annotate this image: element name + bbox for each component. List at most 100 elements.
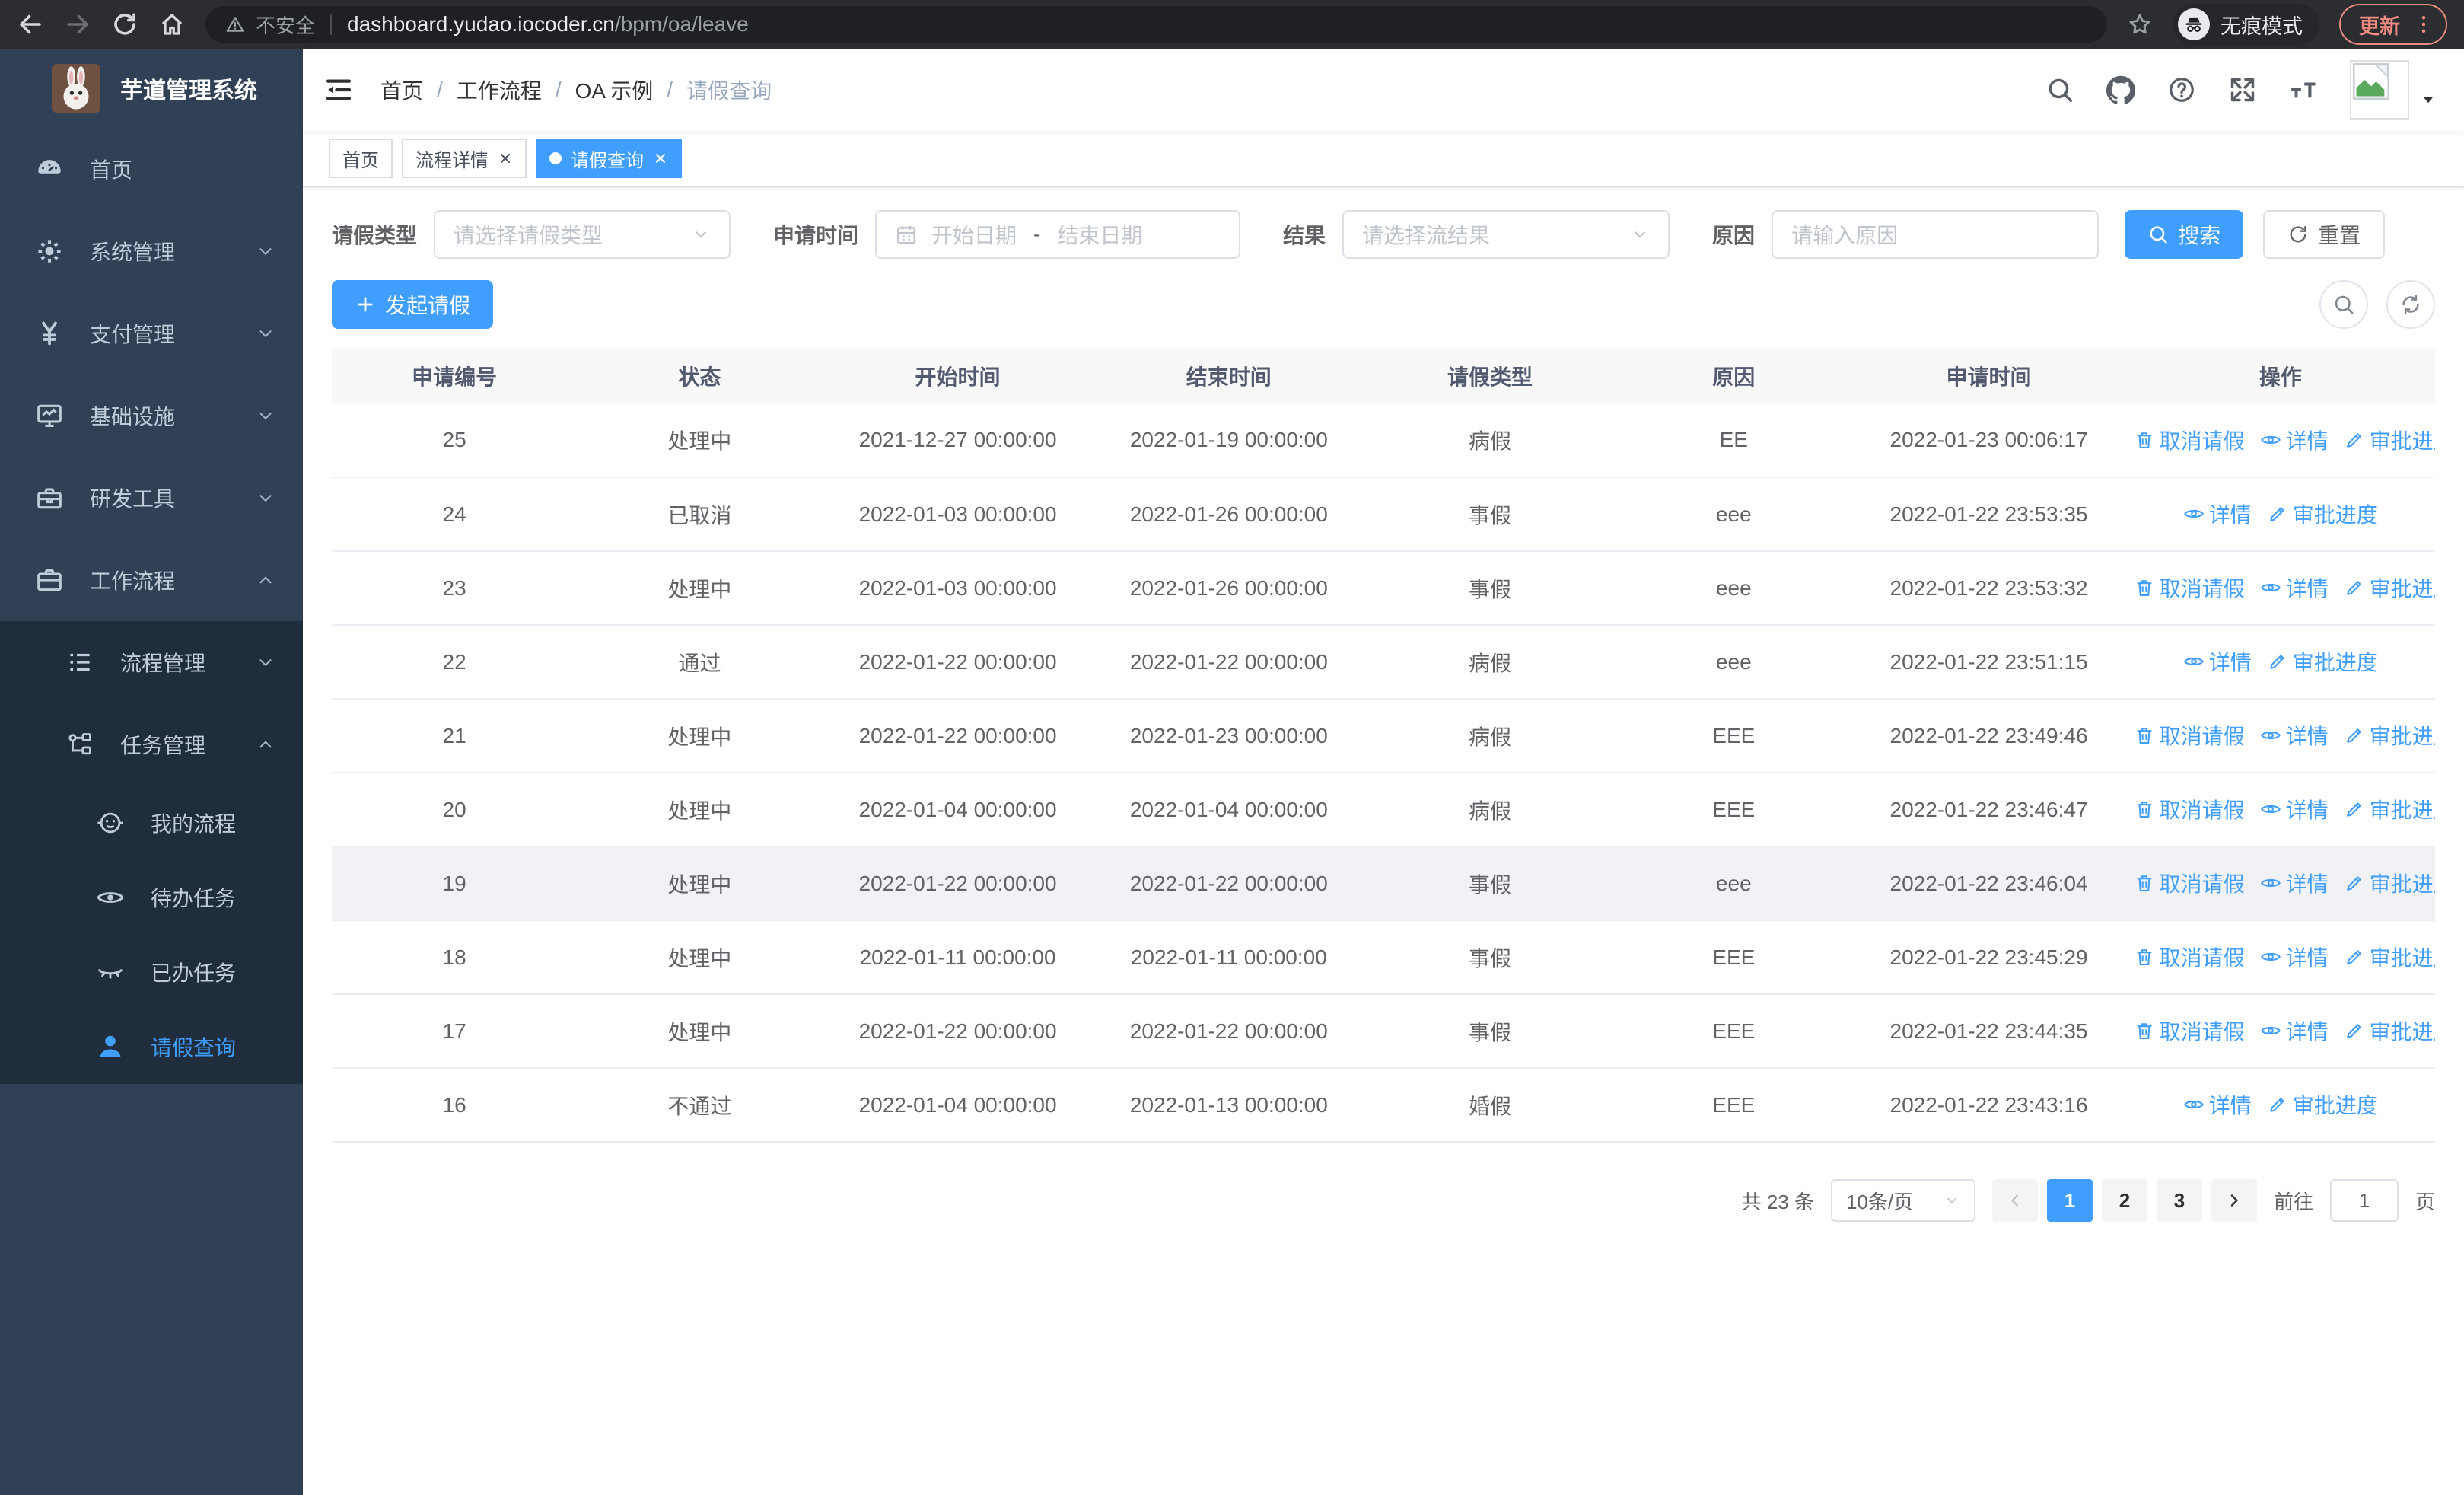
create-leave-label: 发起请假 xyxy=(385,294,471,317)
sidebar-collapse-icon[interactable] xyxy=(323,74,355,106)
sidebar-item-done-tasks[interactable]: 已办任务 xyxy=(0,935,303,1009)
tab-流程详情[interactable]: 流程详情 xyxy=(402,139,527,178)
detail-link[interactable]: 详情 xyxy=(2183,499,2252,529)
approval-progress-link[interactable]: 审批进度 xyxy=(2344,868,2435,898)
font-size-icon[interactable] xyxy=(2289,75,2318,104)
detail-link[interactable]: 详情 xyxy=(2260,1015,2329,1046)
address-bar[interactable]: 不安全 dashboard.yudao.iocoder.cn/bpm/oa/le… xyxy=(205,6,2107,43)
sidebar-item-payment-management[interactable]: 支付管理 xyxy=(0,292,303,375)
tab-请假查询[interactable]: 请假查询 xyxy=(536,139,682,178)
incognito-icon xyxy=(2178,8,2210,40)
detail-link[interactable]: 详情 xyxy=(2260,942,2329,972)
search-button[interactable]: 搜索 xyxy=(2125,210,2244,259)
chevron-left-icon xyxy=(2006,1191,2024,1210)
sidebar-item-dev-tools[interactable]: 研发工具 xyxy=(0,457,303,539)
prev-page-button[interactable] xyxy=(1991,1179,2038,1222)
sidebar-item-workflow[interactable]: 工作流程 xyxy=(0,539,303,621)
refresh-table-button[interactable] xyxy=(2386,280,2435,329)
eye-icon xyxy=(2260,872,2281,894)
approval-progress-link[interactable]: 审批进度 xyxy=(2267,1089,2378,1120)
breadcrumb-item[interactable]: 工作流程 xyxy=(457,75,542,105)
detail-link[interactable]: 详情 xyxy=(2183,1089,2252,1120)
cell-applied: 2022-01-22 23:53:32 xyxy=(1851,551,2126,626)
detail-link[interactable]: 详情 xyxy=(2260,572,2329,603)
url-text: dashboard.yudao.iocoder.cn/bpm/oa/leave xyxy=(347,12,749,37)
approval-progress-link[interactable]: 审批进度 xyxy=(2344,572,2435,603)
browser-reload-icon[interactable] xyxy=(111,11,138,38)
close-icon xyxy=(498,151,513,166)
detail-link[interactable]: 详情 xyxy=(2260,794,2329,824)
leave-type-select[interactable]: 请选择请假类型 xyxy=(434,210,731,259)
browser-home-icon[interactable] xyxy=(158,11,186,38)
create-leave-button[interactable]: 发起请假 xyxy=(332,280,494,329)
search-icon[interactable] xyxy=(2045,75,2074,104)
goto-page-input[interactable] xyxy=(2329,1179,2399,1222)
user-avatar-menu[interactable] xyxy=(2350,60,2437,120)
trash-icon xyxy=(2134,799,2155,820)
browser-back-icon[interactable] xyxy=(17,11,44,38)
tab-首页[interactable]: 首页 xyxy=(329,139,393,178)
sidebar-item-label: 首页 xyxy=(90,158,133,182)
cell-end: 2022-01-22 00:00:00 xyxy=(1093,846,1364,921)
next-page-button[interactable] xyxy=(2211,1179,2257,1222)
approval-progress-link[interactable]: 审批进度 xyxy=(2267,646,2378,677)
app-logo-row[interactable]: 芋道管理系统 xyxy=(0,49,303,128)
github-icon[interactable] xyxy=(2106,75,2135,104)
fullscreen-icon[interactable] xyxy=(2228,75,2257,104)
sidebar-item-leave-query[interactable]: 请假查询 xyxy=(0,1009,303,1084)
cell-status: 处理中 xyxy=(577,994,823,1069)
bookmark-star-icon[interactable] xyxy=(2127,11,2153,37)
cell-actions: 取消请假 详情 审批进度 xyxy=(2125,551,2435,626)
browser-update-button[interactable]: 更新 xyxy=(2339,4,2447,45)
page-button-2[interactable]: 2 xyxy=(2101,1179,2147,1222)
approval-progress-link[interactable]: 审批进度 xyxy=(2344,794,2435,824)
sidebar-item-infrastructure[interactable]: 基础设施 xyxy=(0,375,303,457)
page-button-1[interactable]: 1 xyxy=(2046,1179,2093,1222)
cancel-leave-link[interactable]: 取消请假 xyxy=(2134,868,2245,898)
cancel-leave-link[interactable]: 取消请假 xyxy=(2134,942,2245,972)
approval-progress-link[interactable]: 审批进度 xyxy=(2344,720,2435,751)
cancel-leave-link[interactable]: 取消请假 xyxy=(2134,720,2245,751)
sidebar-item-home[interactable]: 首页 xyxy=(0,128,303,210)
table-header-row: 申请编号 状态 开始时间 结束时间 请假类型 原因 申请时间 操作 xyxy=(332,349,2435,403)
cell-start: 2022-01-04 00:00:00 xyxy=(822,1068,1094,1143)
cell-actions: 取消请假 详情 审批进度 xyxy=(2125,773,2435,847)
edit-icon xyxy=(2267,1094,2288,1115)
breadcrumb-item[interactable]: 首页 xyxy=(380,75,423,105)
approval-progress-link[interactable]: 审批进度 xyxy=(2344,942,2435,972)
sidebar-item-process-management[interactable]: 流程管理 xyxy=(0,621,303,703)
page-size-select[interactable]: 10条/页 xyxy=(1830,1179,1975,1222)
reset-button[interactable]: 重置 xyxy=(2263,210,2386,259)
result-select[interactable]: 请选择流结果 xyxy=(1342,210,1670,259)
help-icon[interactable] xyxy=(2167,75,2196,104)
date-end-placeholder: 结束日期 xyxy=(1057,224,1143,247)
sidebar-item-todo-tasks[interactable]: 待办任务 xyxy=(0,860,303,935)
apply-time-range-picker[interactable]: 开始日期 - 结束日期 xyxy=(875,210,1241,259)
page-button-3[interactable]: 3 xyxy=(2156,1179,2202,1222)
table-row: 23 处理中 2022-01-03 00:00:00 2022-01-26 00:00… xyxy=(332,551,2435,626)
cancel-leave-link[interactable]: 取消请假 xyxy=(2134,425,2245,455)
detail-link[interactable]: 详情 xyxy=(2183,646,2252,677)
list-icon xyxy=(65,648,94,677)
approval-progress-link[interactable]: 审批进度 xyxy=(2344,1015,2435,1046)
toggle-search-button[interactable] xyxy=(2319,280,2368,329)
sidebar-item-my-process[interactable]: 我的流程 xyxy=(0,786,303,860)
detail-link[interactable]: 详情 xyxy=(2260,720,2329,751)
sidebar-item-system-management[interactable]: 系统管理 xyxy=(0,210,303,292)
sidebar-item-label: 请假查询 xyxy=(151,1036,237,1060)
detail-link[interactable]: 详情 xyxy=(2260,868,2329,898)
browser-forward-icon[interactable] xyxy=(64,11,91,38)
cell-reason: EEE xyxy=(1616,994,1852,1069)
browser-menu-icon[interactable] xyxy=(2412,13,2435,36)
approval-progress-link[interactable]: 审批进度 xyxy=(2344,425,2435,455)
breadcrumb-item[interactable]: OA 示例 xyxy=(575,75,654,105)
result-placeholder: 请选择流结果 xyxy=(1362,224,1491,247)
approval-progress-link[interactable]: 审批进度 xyxy=(2267,499,2378,529)
reason-input[interactable]: 请输入原因 xyxy=(1772,210,2099,259)
cancel-leave-link[interactable]: 取消请假 xyxy=(2134,1015,2245,1046)
cancel-leave-link[interactable]: 取消请假 xyxy=(2134,572,2245,603)
sidebar-item-task-management[interactable]: 任务管理 xyxy=(0,703,303,786)
cancel-leave-link[interactable]: 取消请假 xyxy=(2134,794,2245,824)
filter-form: 请假类型 请选择请假类型 申请时间 开始日期 - 结束日期 结果 请选择流结果 xyxy=(332,210,2435,259)
detail-link[interactable]: 详情 xyxy=(2260,425,2329,455)
